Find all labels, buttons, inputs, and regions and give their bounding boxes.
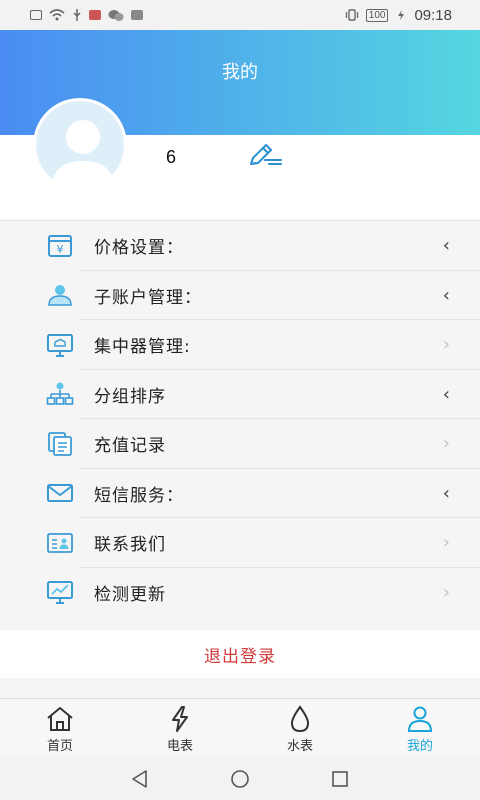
menu-label: 短信服务： [94,485,184,506]
tab-water-meter[interactable]: 水表 [240,699,360,756]
menu-item-contact-us[interactable]: 联系我们 › [0,518,480,568]
bottom-tab-bar: 首页 电表 水表 我的 [0,698,480,756]
logout-button[interactable]: 退出登录 [0,630,480,678]
home-icon [47,707,73,731]
chevron-right-icon: › [442,433,450,455]
tab-label: 首页 [46,739,73,754]
chevron-left-icon: ‹ [442,383,450,405]
menu-item-group-sort[interactable]: 分组排序 ‹ [0,370,480,420]
menu-item-recharge-records[interactable]: 充值记录 › [0,419,480,469]
wechat-icon [108,9,124,21]
contact-card-icon [47,532,73,553]
menu-label: 充值记录 [94,436,166,457]
monitor-cloud-icon [47,333,73,357]
mail-icon [47,484,73,503]
tab-label: 我的 [406,739,433,754]
edit-pen-icon [250,144,282,165]
status-right: 100 09:18 [345,7,452,24]
tab-electric-meter[interactable]: 电表 [120,699,240,756]
records-icon [48,431,72,456]
water-drop-icon [290,705,310,733]
menu-label: 集中器管理: [94,337,191,358]
vibrate-icon [345,9,358,21]
price-icon: ¥ [48,234,72,257]
edit-profile-button[interactable] [247,142,283,170]
menu-item-sub-accounts[interactable]: 子账户管理： ‹ [0,271,480,321]
menu-item-concentrator[interactable]: 集中器管理: › [0,320,480,370]
tab-label: 水表 [286,739,313,754]
menu-item-price-settings[interactable]: ¥ 价格设置： ‹ [0,221,480,271]
menu-label: 联系我们 [94,535,166,556]
status-time: 09:18 [414,6,452,24]
chevron-right-icon: › [442,581,450,603]
menu-item-sms-service[interactable]: 短信服务： ‹ [0,469,480,519]
charging-icon [398,10,405,20]
status-bar: 100 09:18 [0,0,480,30]
system-nav-bar [0,757,480,800]
page-title: 我的 [222,62,258,83]
chevron-right-icon: › [442,532,450,554]
home-circle-icon[interactable] [229,768,251,790]
recents-square-icon[interactable] [329,768,351,790]
usb-icon [73,9,81,21]
back-triangle-icon[interactable] [129,768,151,790]
user-icon [48,285,72,306]
status-left [30,8,143,22]
lightning-icon [172,706,188,732]
menu-item-check-update[interactable]: 检测更新 › [0,568,480,618]
menu-label: 检测更新 [94,584,166,605]
menu-label: 子账户管理： [94,287,202,308]
chevron-left-icon: ‹ [442,482,450,504]
svg-text:¥: ¥ [57,243,64,256]
monitor-chart-icon [47,581,73,605]
chevron-right-icon: › [442,334,450,356]
tab-mine[interactable]: 我的 [360,699,480,756]
chevron-left-icon: ‹ [442,235,450,257]
message-icon [131,10,143,20]
chevron-left-icon: ‹ [442,284,450,306]
username: 6 [166,147,177,167]
wifi-icon [49,9,65,21]
avatar[interactable] [33,98,127,192]
settings-menu: ¥ 价格设置： ‹ 子账户管理： ‹ 集中器管理: › 分组排序 ‹ 充值记录 … [0,220,480,630]
menu-label: 分组排序 [94,386,166,407]
menu-label: 价格设置： [94,238,184,259]
battery-indicator: 100 [365,8,389,22]
hierarchy-icon [46,382,74,406]
app-notification-icon [89,10,101,20]
tab-home[interactable]: 首页 [0,699,120,756]
tab-label: 电表 [166,739,193,754]
alert-icon [30,10,42,20]
person-icon [407,706,433,732]
